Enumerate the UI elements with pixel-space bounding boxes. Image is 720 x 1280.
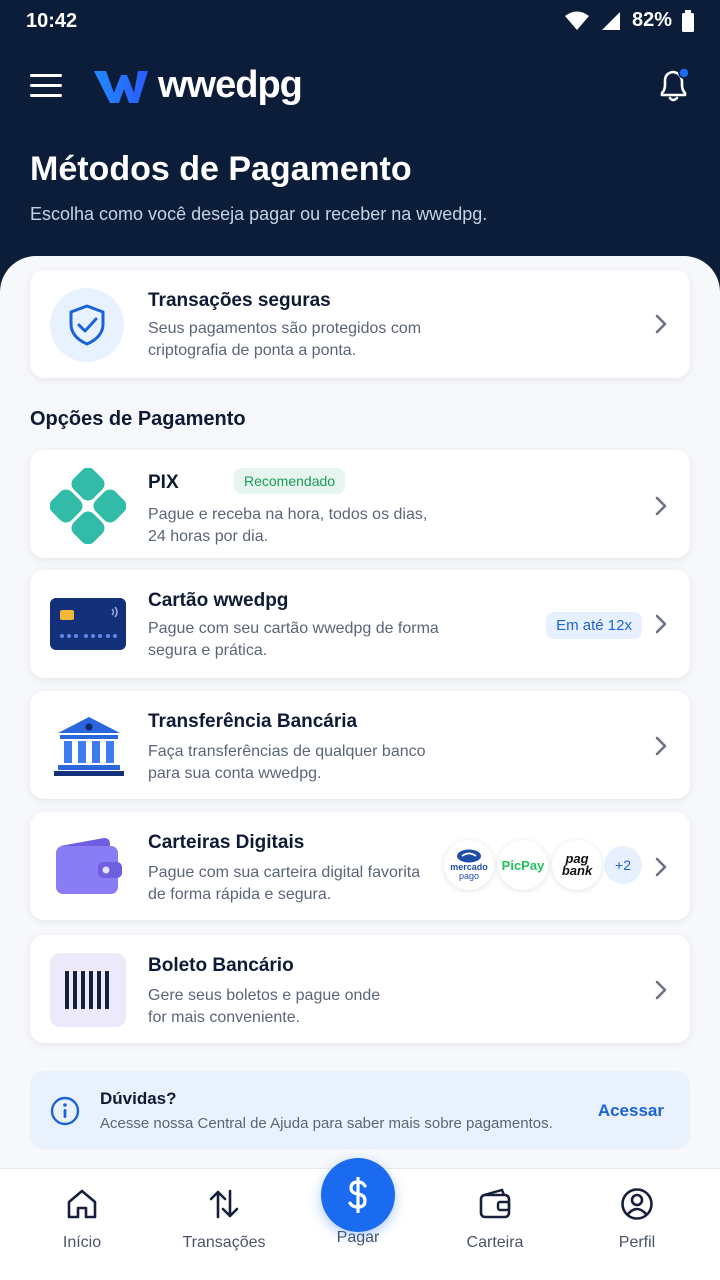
page-subtitle: Escolha como você deseja pagar ou recebe…: [30, 204, 488, 224]
chevron-right-icon: [655, 496, 667, 516]
nav-home[interactable]: Início: [27, 1187, 137, 1252]
user-circle-icon: [621, 1188, 653, 1220]
info-icon: [50, 1096, 80, 1126]
nav-profile[interactable]: Perfil: [582, 1187, 692, 1252]
chevron-right-icon: [655, 857, 667, 877]
wallets-title: Carteiras Digitais: [148, 832, 305, 853]
bell-icon: [660, 67, 690, 102]
pix-logo-icon: [50, 468, 126, 544]
battery-percent: 82%: [631, 9, 672, 31]
method-card[interactable]: Cartão wwedpg Pague com seu cartão wwedp…: [30, 570, 690, 678]
chevron-right-icon: [655, 980, 667, 1000]
status-time: 10:42: [26, 10, 78, 32]
chevron-right-icon: [655, 314, 667, 334]
barcode-icon: [65, 971, 109, 1009]
method-boleto[interactable]: Boleto Bancário Gere seus boletos e pagu…: [30, 935, 690, 1043]
transfer-desc: Faça transferências de qualquer banco pa…: [148, 743, 426, 782]
help-desc: Acesse nossa Central de Ajuda para saber…: [100, 1115, 553, 1132]
secure-transactions-card[interactable]: Transações seguras Seus pagamentos são p…: [30, 270, 690, 378]
secure-desc: Seus pagamentos são protegidos com cript…: [148, 320, 422, 359]
pagbank-logo: pag bank: [552, 840, 602, 890]
help-banner: Dúvidas? Acesse nossa Central de Ajuda p…: [30, 1071, 690, 1149]
signal-icon: [601, 11, 620, 30]
wallets-desc: Pague com sua carteira digital favorita …: [148, 864, 421, 903]
transfer-title: Transferência Bancária: [148, 711, 358, 732]
app-name: wwedpg: [158, 64, 303, 106]
credit-card-icon: [50, 598, 126, 650]
status-indicators: 82%: [564, 9, 694, 32]
wallet-icon: [56, 838, 122, 894]
mercado-pago-text-2: pago: [458, 871, 480, 881]
battery-icon: [682, 9, 694, 32]
method-digital-wallets[interactable]: Carteiras Digitais Pague com sua carteir…: [30, 812, 690, 920]
help-title: Dúvidas?: [100, 1089, 177, 1108]
pix-desc: Pague e receba na hora, todos os dias, 2…: [148, 506, 428, 545]
notifications-button[interactable]: [656, 66, 692, 106]
mercado-pago-logo: mercado pago: [444, 840, 494, 890]
boleto-desc: Gere seus boletos e pague onde for mais …: [148, 987, 381, 1026]
transfer-arrows-icon: [209, 1189, 239, 1219]
card-desc: Pague com seu cartão wwedpg de forma seg…: [148, 620, 439, 659]
header: 10:42 82% wwedpg Métodos de Pagamento Es…: [0, 0, 720, 300]
chevron-right-icon: [655, 614, 667, 634]
menu-icon[interactable]: [30, 74, 62, 98]
status-bar: 10:42 82%: [0, 0, 720, 44]
picpay-logo: PicPay: [498, 840, 548, 890]
section-title: Opções de Pagamento: [30, 408, 246, 430]
home-icon: [67, 1189, 97, 1219]
shield-badge: [50, 288, 124, 362]
app-logo: wwedpg: [92, 64, 303, 107]
secure-title: Transações seguras: [148, 290, 331, 311]
wallet-nav-icon: [479, 1188, 511, 1219]
nav-transactions[interactable]: Transações: [169, 1187, 279, 1252]
handshake-icon: [457, 849, 481, 863]
boleto-title: Boleto Bancário: [148, 955, 294, 976]
pay-button[interactable]: [321, 1158, 395, 1232]
top-bar: wwedpg: [0, 60, 720, 112]
wifi-icon: [564, 11, 589, 30]
method-pix[interactable]: PIX Recomendado Pague e receba na hora, …: [30, 450, 690, 558]
help-access-link[interactable]: Acessar: [598, 1101, 664, 1121]
shield-check-icon: [69, 304, 105, 346]
barcode-badge: [50, 953, 126, 1027]
page-title: Métodos de Pagamento: [30, 150, 412, 188]
method-transfer[interactable]: Transferência Bancária Faça transferênci…: [30, 691, 690, 799]
installments-badge: Em até 12x: [546, 612, 642, 639]
card-title: Cartão wwedpg: [148, 590, 289, 611]
dollar-icon: [348, 1177, 367, 1213]
nav-wallet[interactable]: Carteira: [440, 1187, 550, 1252]
pix-title: PIX: [148, 472, 179, 493]
bank-icon: [54, 717, 124, 776]
chevron-right-icon: [655, 736, 667, 756]
logo-mark-icon: [94, 70, 148, 103]
recommended-badge: Recomendado: [234, 468, 346, 494]
more-wallets-badge: +2: [604, 846, 642, 884]
